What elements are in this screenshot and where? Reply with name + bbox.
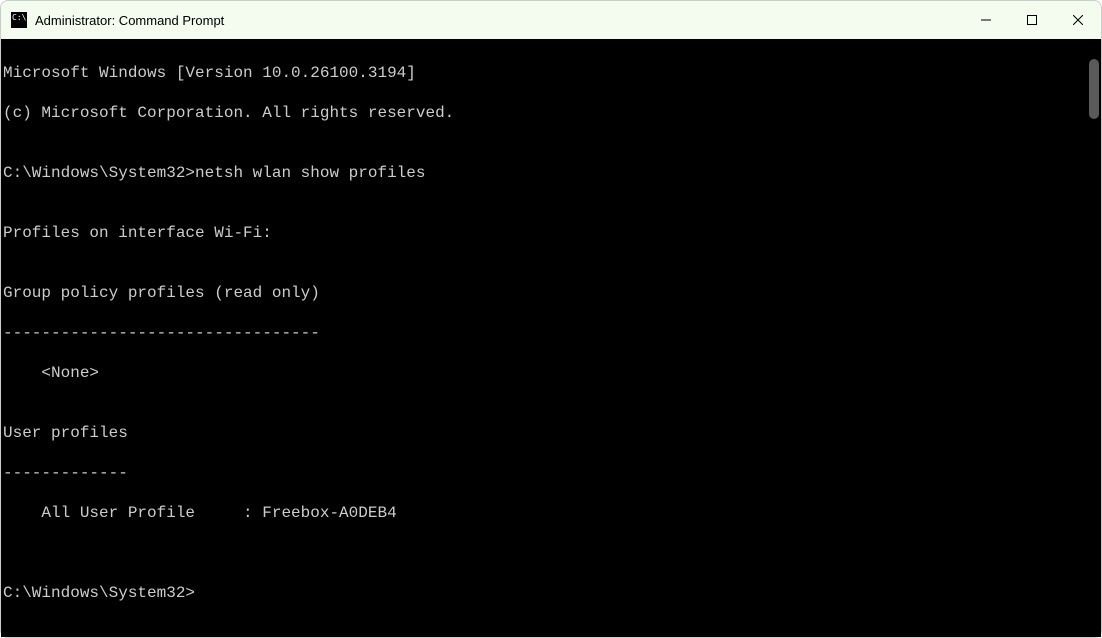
scrollbar-thumb[interactable] (1089, 59, 1099, 119)
output-line: Microsoft Windows [Version 10.0.26100.31… (3, 63, 1087, 83)
close-button[interactable] (1055, 1, 1101, 39)
cmd-icon (11, 12, 27, 28)
command-text: netsh wlan show profiles (195, 163, 425, 183)
prompt-path: C:\Windows\System32> (3, 583, 1087, 603)
window-titlebar: Administrator: Command Prompt (1, 1, 1101, 39)
window-controls (963, 1, 1101, 39)
minimize-icon (981, 15, 991, 25)
prompt-line: C:\Windows\System32>netsh wlan show prof… (3, 163, 1087, 183)
output-line: User profiles (3, 423, 1087, 443)
scrollbar[interactable] (1087, 39, 1101, 637)
terminal-output: Microsoft Windows [Version 10.0.26100.31… (1, 39, 1087, 637)
terminal-area[interactable]: Microsoft Windows [Version 10.0.26100.31… (1, 39, 1101, 637)
output-line: All User Profile : Freebox-A0DEB4 (3, 503, 1087, 523)
maximize-button[interactable] (1009, 1, 1055, 39)
maximize-icon (1027, 15, 1037, 25)
output-line: ------------- (3, 463, 1087, 483)
close-icon (1073, 15, 1083, 25)
window-title: Administrator: Command Prompt (35, 13, 224, 28)
minimize-button[interactable] (963, 1, 1009, 39)
output-line: --------------------------------- (3, 323, 1087, 343)
prompt-path: C:\Windows\System32> (3, 163, 195, 183)
output-line: <None> (3, 363, 1087, 383)
output-line: Profiles on interface Wi-Fi: (3, 223, 1087, 243)
output-line: Group policy profiles (read only) (3, 283, 1087, 303)
output-line: (c) Microsoft Corporation. All rights re… (3, 103, 1087, 123)
